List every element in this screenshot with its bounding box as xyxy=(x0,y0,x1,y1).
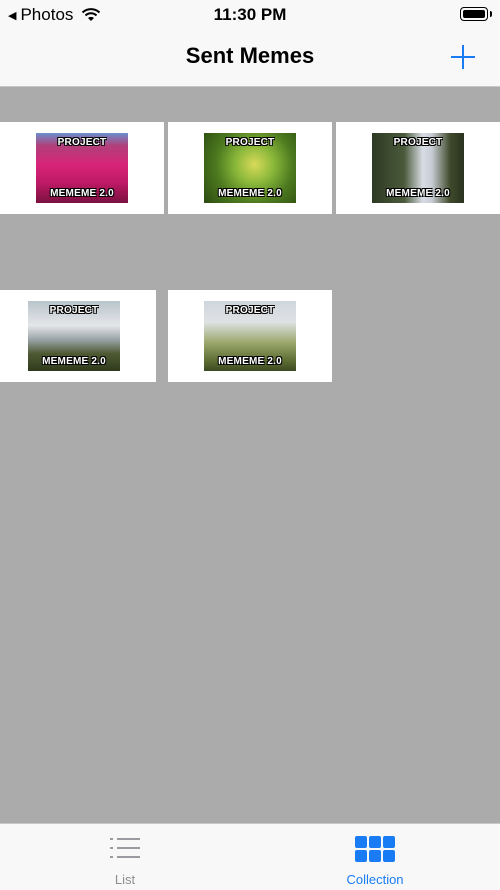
add-meme-button[interactable] xyxy=(448,42,478,72)
tab-collection[interactable]: Collection xyxy=(250,824,500,890)
meme-thumbnail: PROJECT MEMEME 2.0 xyxy=(36,133,128,203)
tab-list[interactable]: List xyxy=(0,824,250,890)
meme-top-text: PROJECT xyxy=(49,305,99,316)
meme-top-text: PROJECT xyxy=(393,137,443,148)
tab-list-label: List xyxy=(114,872,136,887)
meme-thumbnail: PROJECT MEMEME 2.0 xyxy=(28,301,120,371)
meme-cell[interactable]: PROJECT MEMEME 2.0 xyxy=(168,290,332,382)
meme-bottom-text: MEMEME 2.0 xyxy=(42,356,106,367)
status-bar: ◀ Photos 11:30 PM xyxy=(0,0,500,30)
page-title: Sent Memes xyxy=(185,43,315,68)
meme-cell[interactable]: PROJECT MEMEME 2.0 xyxy=(0,122,164,214)
meme-bottom-text: MEMEME 2.0 xyxy=(386,188,450,199)
meme-thumbnail: PROJECT MEMEME 2.0 xyxy=(204,301,296,371)
tab-collection-label: Collection xyxy=(346,872,404,887)
tab-bar: List Collection xyxy=(0,823,500,890)
status-time: 11:30 PM xyxy=(213,5,287,24)
grid-icon xyxy=(355,836,397,864)
meme-thumbnail: PROJECT MEMEME 2.0 xyxy=(204,133,296,203)
meme-top-text: PROJECT xyxy=(225,137,275,148)
meme-bottom-text: MEMEME 2.0 xyxy=(50,188,114,199)
meme-cell[interactable]: PROJECT MEMEME 2.0 xyxy=(168,122,332,214)
list-icon xyxy=(110,836,140,860)
meme-bottom-text: MEMEME 2.0 xyxy=(218,188,282,199)
meme-cell[interactable]: PROJECT MEMEME 2.0 xyxy=(336,122,500,214)
meme-thumbnail: PROJECT MEMEME 2.0 xyxy=(372,133,464,203)
meme-cell[interactable]: PROJECT MEMEME 2.0 xyxy=(0,290,156,382)
meme-bottom-text: MEMEME 2.0 xyxy=(218,356,282,367)
navigation-bar: Sent Memes xyxy=(0,30,500,87)
meme-top-text: PROJECT xyxy=(225,305,275,316)
battery-icon xyxy=(460,7,492,21)
meme-top-text: PROJECT xyxy=(57,137,107,148)
